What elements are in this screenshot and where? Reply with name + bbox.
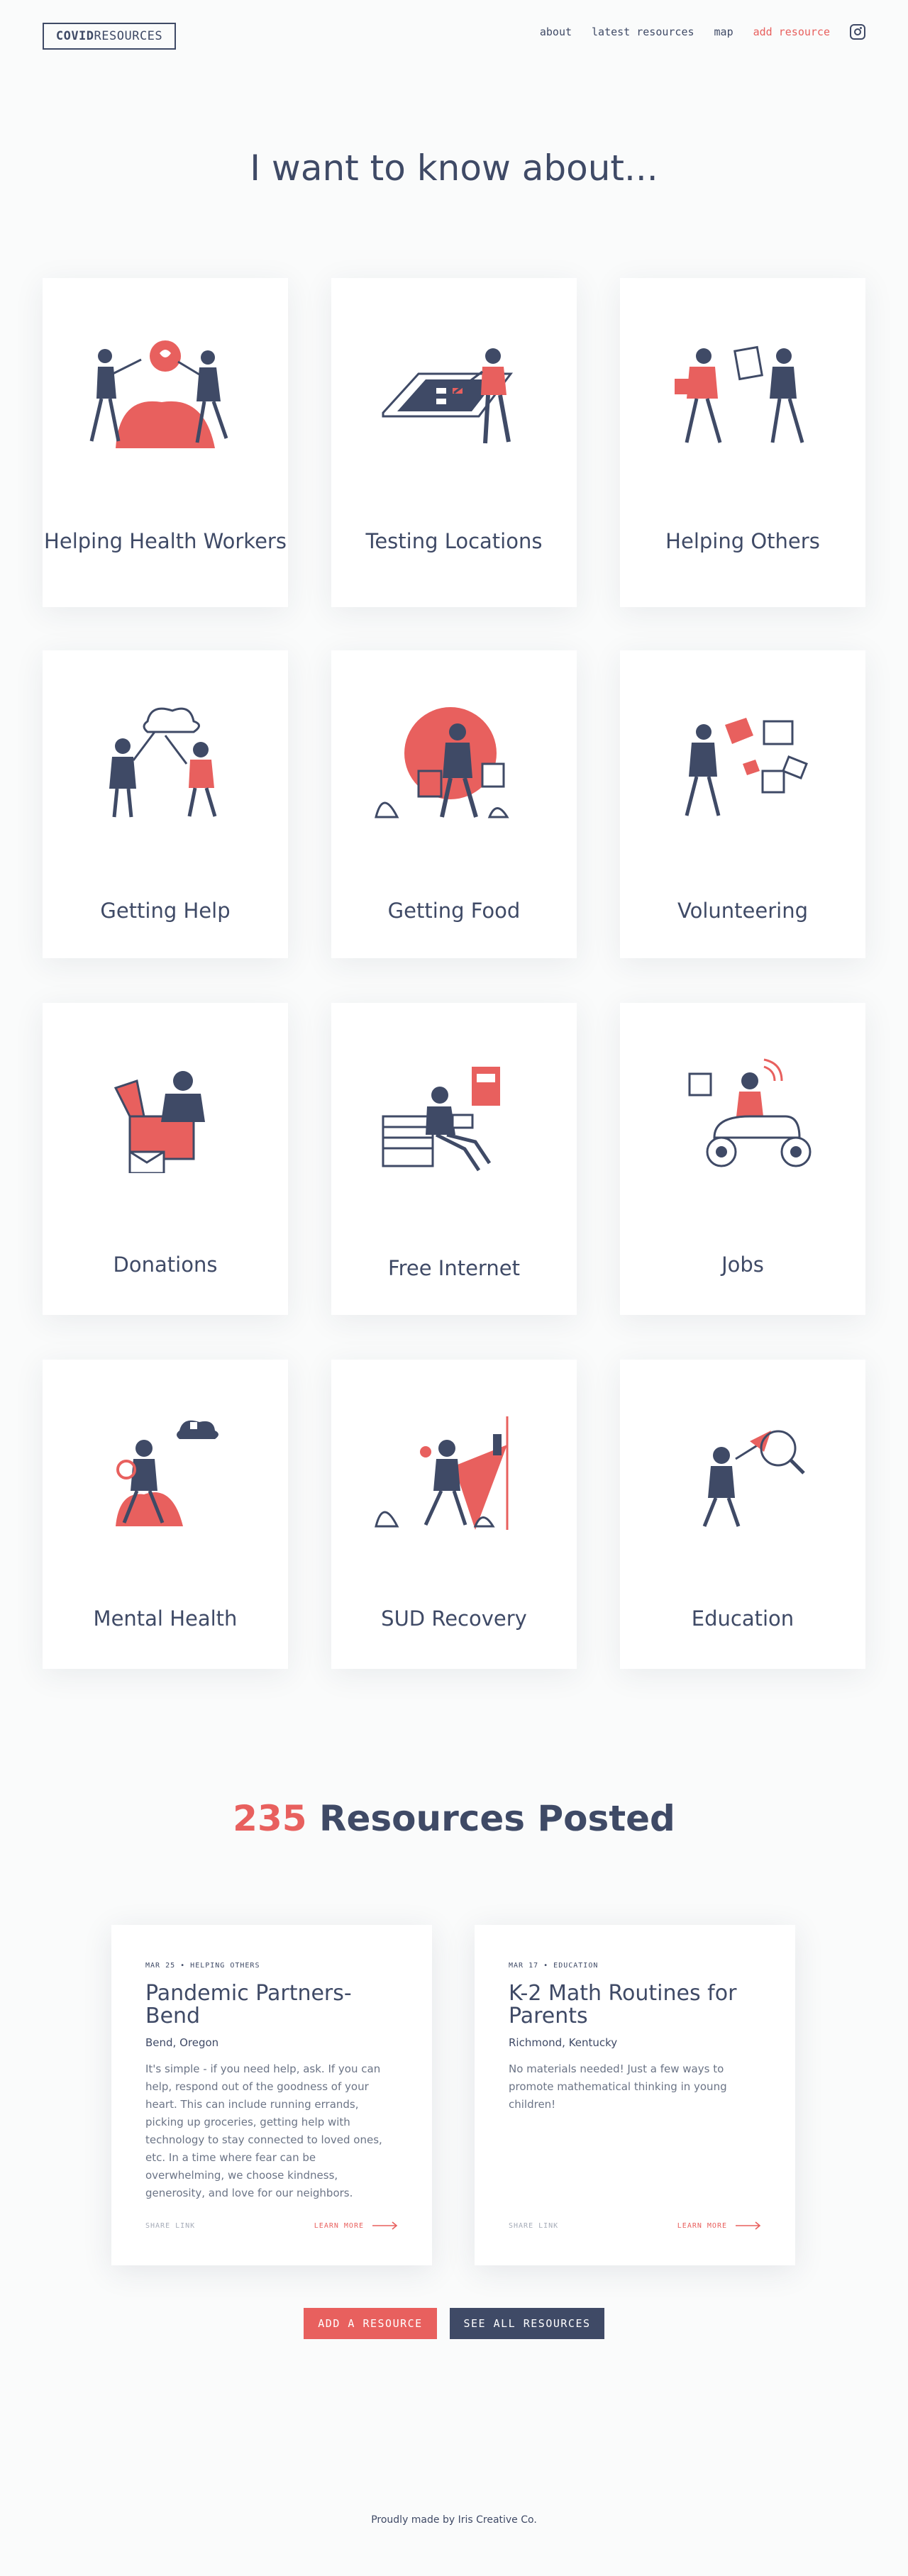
topic-card-mental-health[interactable]: Mental Health	[43, 1360, 288, 1669]
topic-card-free-internet[interactable]: Free Internet	[331, 1003, 577, 1315]
topic-label: Helping Health Workers	[44, 529, 287, 553]
topic-label: Helping Others	[665, 529, 820, 553]
arrow-right-icon	[736, 2221, 761, 2230]
resource-location: Richmond, Kentucky	[509, 2036, 618, 2049]
getting-food-illustration	[375, 707, 509, 818]
resource-title[interactable]: Pandemic Partners-Bend	[145, 1982, 398, 2028]
topic-card-testing-locations[interactable]: Testing Locations	[331, 278, 577, 607]
jobs-illustration	[688, 1058, 812, 1167]
topic-label: Donations	[113, 1253, 218, 1277]
nav-add-resource[interactable]: add resource	[753, 26, 830, 38]
nav-latest-resources[interactable]: latest resources	[592, 26, 694, 38]
nav-map[interactable]: map	[714, 26, 733, 38]
mental-health-illustration	[116, 1420, 218, 1526]
education-illustration	[702, 1430, 805, 1527]
topic-label: Getting Food	[387, 899, 521, 923]
footer-credit: Proudly made by Iris Creative Co.	[371, 2514, 537, 2526]
getting-help-illustration	[109, 707, 217, 818]
resource-description: It's simple - if you need help, ask. If …	[145, 2063, 382, 2199]
topic-card-volunteering[interactable]: Volunteering	[620, 650, 865, 958]
resource-location: Bend, Oregon	[145, 2036, 219, 2049]
see-all-resources-button[interactable]: SEE ALL RESOURCES	[450, 2308, 604, 2339]
resource-description: No materials needed! Just a few ways to …	[509, 2063, 727, 2111]
topic-card-donations[interactable]: Donations	[43, 1003, 288, 1315]
topic-card-getting-food[interactable]: Getting Food	[331, 650, 577, 958]
add-resource-button[interactable]: ADD A RESOURCE	[304, 2308, 437, 2339]
resource-card[interactable]: MAR 17 • EDUCATION K-2 Math Routines for…	[475, 1925, 795, 2265]
topic-card-sud-recovery[interactable]: SUD Recovery	[331, 1360, 577, 1669]
topic-label: Getting Help	[100, 899, 231, 923]
instagram-icon[interactable]	[850, 24, 865, 40]
share-link[interactable]: SHARE LINK	[509, 2222, 558, 2230]
sud-recovery-illustration	[375, 1416, 509, 1530]
learn-more-link[interactable]: LEARN MORE	[677, 2221, 761, 2230]
resource-card[interactable]: MAR 25 • HELPING OTHERS Pandemic Partner…	[111, 1925, 432, 2265]
resources-count-label: Resources Posted	[306, 1798, 675, 1839]
logo-rest-text: RESOURCES	[94, 29, 163, 43]
learn-more-label: LEARN MORE	[314, 2221, 364, 2230]
topic-label: Education	[691, 1606, 794, 1631]
topic-card-education[interactable]: Education	[620, 1360, 865, 1669]
learn-more-link[interactable]: LEARN MORE	[314, 2221, 398, 2230]
donations-illustration	[114, 1071, 205, 1173]
main-nav: about latest resources map add resource	[540, 24, 865, 40]
resource-meta: MAR 25 • HELPING OTHERS	[145, 1962, 260, 1970]
topic-label: Jobs	[721, 1253, 764, 1277]
health-workers-illustration	[89, 340, 228, 448]
resources-count-heading: 235 Resources Posted	[0, 1798, 908, 1839]
topic-card-helping-others[interactable]: Helping Others	[620, 278, 865, 607]
topic-card-getting-help[interactable]: Getting Help	[43, 650, 288, 958]
volunteering-illustration	[685, 718, 808, 816]
page-title: I want to know about...	[250, 148, 658, 189]
share-link[interactable]: SHARE LINK	[145, 2222, 195, 2230]
learn-more-label: LEARN MORE	[677, 2221, 727, 2230]
helping-others-illustration	[675, 345, 804, 443]
site-logo[interactable]: COVID RESOURCES	[43, 23, 176, 50]
topic-card-helping-health-workers[interactable]: Helping Health Workers	[43, 278, 288, 607]
topic-label: Free Internet	[388, 1256, 520, 1280]
topic-label: Mental Health	[93, 1606, 238, 1631]
topic-label: Testing Locations	[365, 529, 543, 553]
arrow-right-icon	[372, 2221, 398, 2230]
resource-meta: MAR 17 • EDUCATION	[509, 1962, 599, 1970]
nav-about[interactable]: about	[540, 26, 572, 38]
logo-bold-text: COVID	[55, 29, 94, 43]
resources-count: 235	[233, 1798, 307, 1839]
testing-illustration	[382, 348, 513, 444]
resource-title[interactable]: K-2 Math Routines for Parents	[509, 1982, 761, 2028]
topic-label: SUD Recovery	[381, 1606, 527, 1631]
free-internet-illustration	[382, 1067, 500, 1172]
topic-card-jobs[interactable]: Jobs	[620, 1003, 865, 1315]
topic-label: Volunteering	[677, 899, 808, 923]
